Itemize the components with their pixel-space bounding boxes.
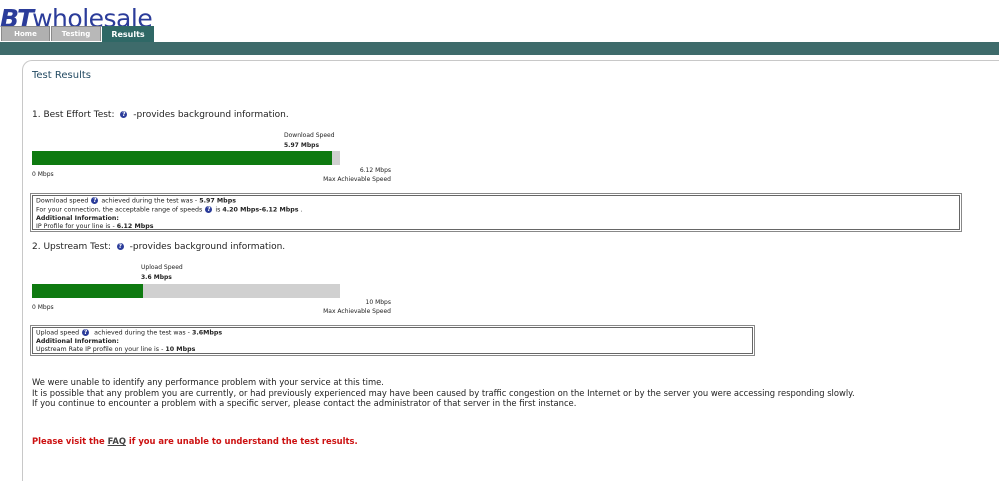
info-text: achieved during the test was - xyxy=(92,329,192,337)
info-text: For your connection, the acceptable rang… xyxy=(36,206,203,214)
download-speed-label: Download Speed xyxy=(284,132,335,139)
help-icon[interactable]: ? xyxy=(82,329,90,336)
page-title: Test Results xyxy=(32,70,91,81)
info-additional-heading: Additional Information: xyxy=(36,338,749,346)
faq-prefix: Please visit the xyxy=(32,436,108,446)
message-line-2: It is possible that any problem you are … xyxy=(32,387,855,398)
info-value: 3.6Mbps xyxy=(191,329,223,337)
best-effort-heading-prefix: 1. Best Effort Test: xyxy=(32,110,115,120)
info-text: Upload speed xyxy=(36,329,80,337)
info-line-upstream-profile: Upstream Rate IP profile on your line is… xyxy=(36,346,749,354)
bt-wholesale-logo: BTwholesale xyxy=(0,4,153,33)
help-icon[interactable]: ? xyxy=(91,197,99,204)
info-text: Additional Information: xyxy=(36,214,119,222)
tab-testing[interactable]: Testing xyxy=(51,26,101,41)
faq-notice: Please visit the FAQ if you are unable t… xyxy=(32,436,358,446)
upstream-heading: 2. Upstream Test: ? -provides background… xyxy=(32,242,285,252)
info-line-profile: IP Profile for your line is - 6.12 Mbps xyxy=(36,223,956,231)
download-speed-bar xyxy=(32,151,340,165)
help-icon[interactable]: ? xyxy=(205,205,213,213)
message-line-3: If you continue to encounter a problem w… xyxy=(32,398,577,409)
info-value: 6.12 Mbps xyxy=(116,222,154,230)
info-line-range: For your connection, the acceptable rang… xyxy=(36,205,956,215)
info-additional-heading: Additional Information: xyxy=(36,215,956,223)
faq-suffix: if you are unable to understand the test… xyxy=(125,436,358,446)
download-speed-fill xyxy=(32,151,332,165)
info-value: 5.97 Mbps xyxy=(199,197,236,205)
upload-speed-value: 3.6 Mbps xyxy=(141,274,172,281)
upload-min-label: 0 Mbps xyxy=(32,304,54,311)
download-min-label: 0 Mbps xyxy=(32,171,54,178)
header-strip xyxy=(0,42,999,55)
tab-results[interactable]: Results xyxy=(102,26,154,43)
info-text: Download speed xyxy=(36,197,89,205)
upload-speed-bar xyxy=(32,284,340,298)
faq-link[interactable]: FAQ xyxy=(108,436,126,446)
upstream-heading-prefix: 2. Upstream Test: xyxy=(32,242,111,252)
download-speed-value: 5.97 Mbps xyxy=(284,142,320,149)
info-text: Additional Information: xyxy=(36,337,119,345)
best-effort-heading: 1. Best Effort Test: ? -provides backgro… xyxy=(32,110,289,120)
best-effort-heading-suffix: -provides background information. xyxy=(133,110,289,120)
info-text: achieved during the test was - xyxy=(101,197,200,205)
info-text: IP Profile for your line is - xyxy=(36,222,117,230)
best-effort-info-box: Download speed? achieved during the test … xyxy=(30,193,962,232)
info-line-upload: Upload speed? achieved during the test w… xyxy=(36,329,749,338)
upload-max-label: Max Achievable Speed xyxy=(323,308,391,315)
tab-home[interactable]: Home xyxy=(1,26,50,41)
upload-max-value: 10 Mbps xyxy=(365,299,391,306)
info-text: Upstream Rate IP profile on your line is… xyxy=(36,346,166,354)
upstream-heading-suffix: -provides background information. xyxy=(129,242,286,252)
info-line-download: Download speed? achieved during the test … xyxy=(36,197,956,206)
help-icon[interactable]: ? xyxy=(116,243,124,250)
upstream-info-box: Upload speed? achieved during the test w… xyxy=(30,325,755,356)
download-max-value: 6.12 Mbps xyxy=(359,167,391,174)
info-text: . xyxy=(298,206,303,214)
info-value: 10 Mbps xyxy=(165,346,196,354)
download-max-label: Max Achievable Speed xyxy=(323,176,391,183)
upload-speed-label: Upload Speed xyxy=(141,264,183,271)
result-message: We were unable to identify any performan… xyxy=(32,377,855,409)
upload-speed-fill xyxy=(32,284,143,298)
info-value: 4.20 Mbps-6.12 Mbps xyxy=(222,206,299,214)
message-line-1: We were unable to identify any performan… xyxy=(32,377,384,387)
help-icon[interactable]: ? xyxy=(120,111,128,118)
